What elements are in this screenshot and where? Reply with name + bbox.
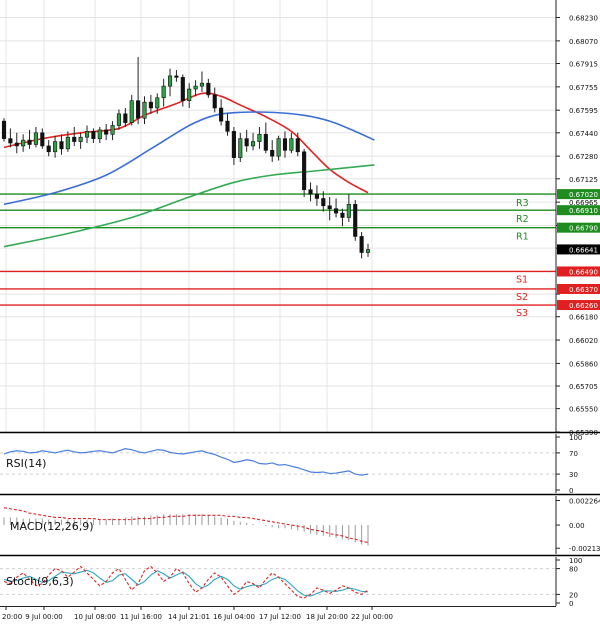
- stoch-title: Stoch(9,6,3): [6, 575, 74, 588]
- y-tick-label: 0.66020: [569, 337, 598, 345]
- stoch-y-axis: 10080 200: [556, 557, 582, 608]
- macd-title: MACD(12,26,9): [10, 520, 94, 533]
- y-tick-label: 0.65550: [569, 406, 598, 414]
- rsi-title: RSI(14): [6, 457, 46, 470]
- y-tick-label: 0.65705: [569, 383, 598, 391]
- level-price-label: 0.66260: [569, 302, 598, 310]
- x-tick-label: 17 Jul 12:00: [259, 613, 301, 621]
- y-tick-label: 70: [569, 450, 578, 458]
- x-tick-label: 10 Jul 08:00: [74, 613, 116, 621]
- y-tick-label: 80: [569, 566, 578, 574]
- x-tick-label: 9 Jul 00:00: [25, 613, 63, 621]
- y-tick-label: 100: [569, 434, 582, 442]
- x-tick-label: 18 Jul 20:00: [306, 613, 348, 621]
- stoch-panel: 10080 200 Stoch(9,6,3): [0, 557, 582, 608]
- y-tick-label: 0.67915: [569, 60, 598, 68]
- x-tick-label: 20:00: [2, 613, 22, 621]
- level-name-s1: S1: [516, 274, 528, 285]
- y-tick-label: 20: [569, 591, 578, 599]
- y-tick-label: 0: [569, 600, 573, 608]
- rsi-panel: 10070300 RSI(14): [0, 434, 582, 495]
- level-name-r2: R2: [516, 214, 529, 225]
- level-name-s2: S2: [516, 292, 528, 303]
- y-tick-label: -0.002137: [569, 545, 600, 553]
- rsi-grid: [0, 452, 556, 475]
- y-tick-label: 0.65860: [569, 360, 598, 368]
- chart-canvas: 0.68230 0.68070 0.67915 0.67755 0.67595 0.674…: [0, 0, 600, 621]
- level-name-r1: R1: [516, 232, 529, 243]
- x-axis: 20:00 9 Jul 00:00 10 Jul 08:00 11 Jul 16:00…: [2, 606, 393, 621]
- level-name-r3: R3: [516, 198, 529, 209]
- x-tick-label: 14 Jul 21:01: [168, 613, 210, 621]
- level-price-label: 0.67020: [569, 191, 598, 199]
- level-price-label: 0.66790: [569, 225, 598, 233]
- price-panel-background: [0, 0, 556, 432]
- candle: [353, 199, 358, 241]
- level-price-label: 0.66910: [569, 207, 598, 215]
- x-tick-label: 11 Jul 16:00: [120, 613, 162, 621]
- y-tick-label: 0.67595: [569, 107, 598, 115]
- y-tick-label: 0.67280: [569, 153, 598, 161]
- y-tick-label: 100: [569, 557, 582, 565]
- candle: [1, 118, 7, 142]
- x-tick-label: 16 Jul 04:00: [213, 613, 255, 621]
- x-tick-label: 22 Jul 00:00: [351, 613, 393, 621]
- stoch-grid: [0, 568, 556, 595]
- y-tick-label: 0.00: [569, 522, 585, 530]
- y-tick-label: 0.002264: [569, 497, 600, 505]
- level-price-label: 0.66370: [569, 286, 598, 294]
- y-tick-label: 0.68230: [569, 15, 598, 23]
- rsi-y-axis: 10070300: [556, 434, 582, 495]
- y-tick-label: 0.67125: [569, 176, 598, 184]
- y-tick-label: 0.66180: [569, 314, 598, 322]
- macd-panel: 0.002264 0.00 -0.002137 MACD(12,26,9): [3, 496, 600, 554]
- y-tick-label: 0.68070: [569, 38, 598, 46]
- y-tick-label: 0.67440: [569, 130, 598, 138]
- y-tick-label: 30: [569, 471, 578, 479]
- price-panel: 0.68230 0.68070 0.67915 0.67755 0.67595 0.674…: [0, 0, 600, 437]
- y-tick-label: 0.67755: [569, 84, 598, 92]
- current-price-label: 0.66641: [569, 246, 598, 254]
- current-price-marker: 0.66641: [557, 244, 600, 255]
- macd-y-axis: 0.002264 0.00 -0.002137: [556, 497, 600, 553]
- candle: [302, 148, 307, 198]
- level-price-label: 0.66490: [569, 268, 598, 276]
- level-name-s3: S3: [516, 308, 528, 319]
